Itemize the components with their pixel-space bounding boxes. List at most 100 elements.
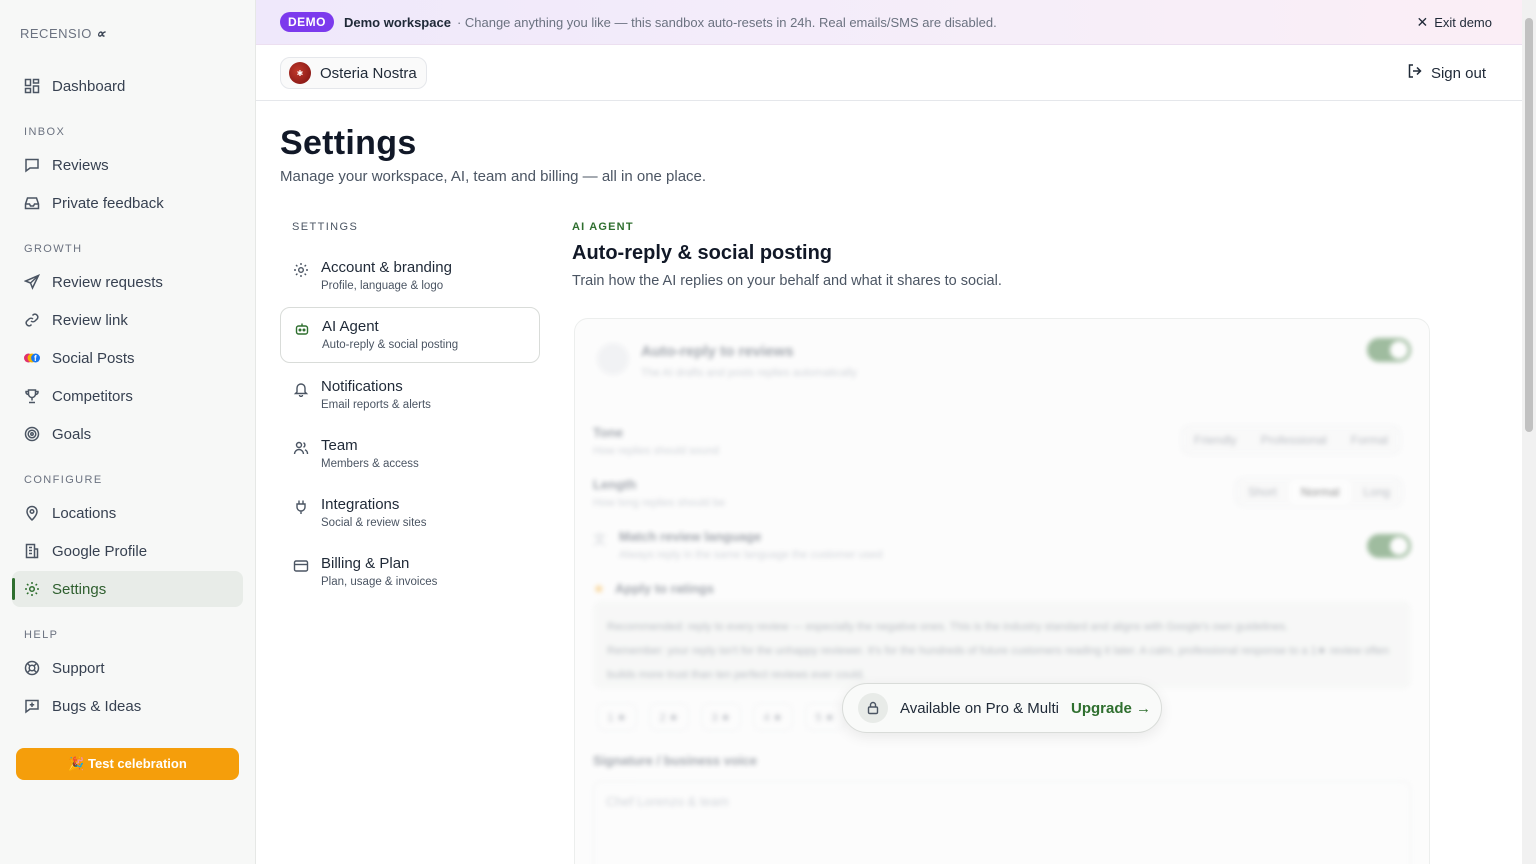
sidebar-item-label: Review link <box>52 311 128 329</box>
auto-reply-toggle[interactable] <box>1367 338 1411 362</box>
message-icon <box>24 157 40 173</box>
sidebar-item-reviews[interactable]: Reviews <box>12 147 243 183</box>
bell-icon <box>293 381 309 397</box>
length-option[interactable]: Normal <box>1288 480 1352 504</box>
trophy-icon <box>24 388 40 404</box>
sidebar-item-competitors[interactable]: Competitors <box>12 378 243 414</box>
section-description: Train how the AI replies on your behalf … <box>572 273 1002 289</box>
demo-banner: DEMO Demo workspace · Change anything yo… <box>256 0 1522 45</box>
page-subtitle: Manage your workspace, AI, team and bill… <box>280 168 707 185</box>
settings-nav-desc: Auto-reply & social posting <box>322 339 459 351</box>
settings-nav-desc: Members & access <box>321 458 419 470</box>
rating-pill[interactable]: 2 ★ <box>649 703 689 731</box>
page-title: Settings <box>280 124 417 162</box>
sidebar-item-label: Settings <box>52 580 107 598</box>
organization-switcher[interactable]: ✱ Osteria Nostra <box>280 57 427 89</box>
settings-nav-title: AI Agent <box>322 318 379 335</box>
section-eyebrow: AI AGENT <box>572 221 634 233</box>
building-icon <box>24 543 40 559</box>
settings-nav-notifications[interactable]: Notifications Email reports & alerts <box>280 368 540 424</box>
tone-option[interactable]: Friendly <box>1182 433 1249 447</box>
auto-reply-desc: The AI drafts and posts replies automati… <box>641 367 857 379</box>
length-selector[interactable]: Short Normal Long <box>1235 477 1404 507</box>
section-label-growth: GROWTH <box>24 243 83 255</box>
rating-pill[interactable]: 4 ★ <box>753 703 793 731</box>
sidebar-item-label: Review requests <box>52 273 163 291</box>
length-option[interactable]: Long <box>1351 485 1402 499</box>
settings-nav-billing-plan[interactable]: Billing & Plan Plan, usage & invoices <box>280 545 540 601</box>
settings-nav-desc: Profile, language & logo <box>321 280 444 292</box>
dashboard-icon <box>24 78 40 94</box>
sidebar-item-google-profile[interactable]: Google Profile <box>12 533 243 569</box>
tone-option[interactable]: Professional <box>1249 433 1339 447</box>
length-desc: How long replies should be <box>593 497 726 509</box>
lock-icon <box>858 693 888 723</box>
sidebar-item-goals[interactable]: Goals <box>12 416 243 452</box>
settings-nav-account-branding[interactable]: Account & branding Profile, language & l… <box>280 249 540 305</box>
translate-icon: 文 <box>593 532 607 547</box>
inbox-icon <box>24 195 40 211</box>
settings-nav-desc: Plan, usage & invoices <box>321 576 438 588</box>
sidebar-item-private-feedback[interactable]: Private feedback <box>12 185 243 221</box>
sidebar-item-locations[interactable]: Locations <box>12 495 243 531</box>
settings-nav-desc: Social & review sites <box>321 517 427 529</box>
sign-out-button[interactable]: Sign out <box>1407 45 1486 101</box>
sidebar-item-review-link[interactable]: Review link <box>12 302 243 338</box>
settings-nav-team[interactable]: Team Members & access <box>280 427 540 483</box>
sidebar-item-review-requests[interactable]: Review requests <box>12 264 243 300</box>
sidebar-item-settings[interactable]: Settings <box>12 571 243 607</box>
plug-icon <box>293 499 309 515</box>
close-icon: ✕ <box>1416 14 1429 30</box>
sidebar-item-label: Support <box>52 659 105 677</box>
upgrade-link[interactable]: Upgrade → <box>1071 700 1151 717</box>
sidebar-item-social-posts[interactable]: f Social Posts <box>12 340 243 376</box>
match-language-title: Match review language <box>619 529 762 544</box>
rating-pill[interactable]: 3 ★ <box>701 703 741 731</box>
rating-pill[interactable]: 5 ★ <box>805 703 845 731</box>
users-icon <box>293 440 309 456</box>
section-title: Auto-reply & social posting <box>572 242 833 264</box>
sidebar-item-label: Goals <box>52 425 92 443</box>
length-option[interactable]: Short <box>1236 485 1289 499</box>
section-label-configure: CONFIGURE <box>24 474 103 486</box>
gear-icon <box>24 581 40 597</box>
logout-icon <box>1407 63 1423 83</box>
sidebar-item-label: Competitors <box>52 387 133 405</box>
settings-nav-title: Team <box>321 437 358 454</box>
tone-selector[interactable]: Friendly Professional Formal <box>1181 425 1402 455</box>
exit-demo-button[interactable]: ✕ Exit demo <box>1416 0 1492 45</box>
settings-nav-integrations[interactable]: Integrations Social & review sites <box>280 486 540 542</box>
rating-pill[interactable]: 1 ★ <box>597 703 637 731</box>
recommendation-note: Recommended: reply to every review — esp… <box>593 601 1411 689</box>
section-label-help: HELP <box>24 629 59 641</box>
credit-card-icon <box>293 558 309 574</box>
scrollbar-thumb[interactable] <box>1525 18 1533 432</box>
lifebuoy-icon <box>24 660 40 676</box>
top-bar: ✱ Osteria Nostra Sign out <box>256 45 1522 101</box>
sidebar-item-dashboard[interactable]: Dashboard <box>12 68 243 104</box>
tone-option[interactable]: Formal <box>1339 433 1400 447</box>
link-icon <box>24 312 40 328</box>
settings-nav-ai-agent[interactable]: AI Agent Auto-reply & social posting <box>280 307 540 363</box>
sidebar-item-label: Locations <box>52 504 117 522</box>
signature-input[interactable]: Chef Lorenzo & team <box>593 781 1411 864</box>
apply-ratings-label: Apply to ratings <box>615 581 714 596</box>
target-icon <box>24 426 40 442</box>
tone-label: Tone <box>593 425 624 440</box>
tone-desc: How replies should sound <box>593 445 719 457</box>
sidebar-item-label: Google Profile <box>52 542 148 560</box>
settings-nav-title: Account & branding <box>321 259 452 276</box>
upgrade-prompt: Available on Pro & Multi Upgrade → <box>842 683 1162 733</box>
auto-reply-icon <box>597 343 629 375</box>
test-celebration-button[interactable]: 🎉 Test celebration <box>16 748 239 780</box>
sidebar-item-bugs-ideas[interactable]: Bugs & Ideas <box>12 688 243 724</box>
demo-badge: DEMO <box>280 12 334 32</box>
note-line: Recommended: reply to every review — esp… <box>607 621 1289 633</box>
brand-logo[interactable]: RECENSIO ∝ <box>20 26 106 42</box>
sidebar-item-label: Private feedback <box>52 194 164 212</box>
note-line: Remember: your reply isn't for the unhap… <box>607 645 1390 681</box>
organization-avatar: ✱ <box>289 62 311 84</box>
star-icon: ★ <box>593 581 605 596</box>
sidebar-item-support[interactable]: Support <box>12 650 243 686</box>
match-language-toggle[interactable] <box>1367 534 1411 558</box>
